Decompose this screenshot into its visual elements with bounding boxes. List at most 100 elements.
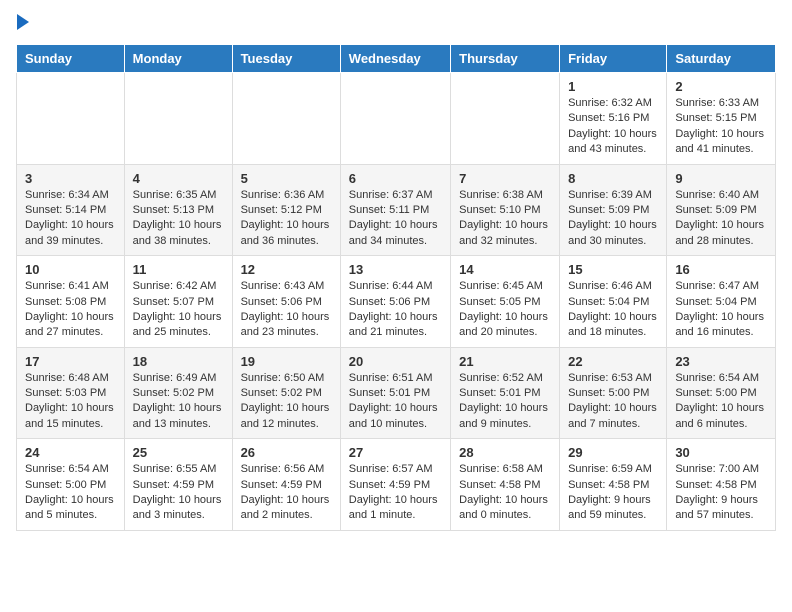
calendar-cell: 10 Sunrise: 6:41 AMSunset: 5:08 PMDayligh…: [17, 256, 125, 348]
calendar-cell: 12 Sunrise: 6:43 AMSunset: 5:06 PMDayligh…: [232, 256, 340, 348]
calendar-week-row: 17 Sunrise: 6:48 AMSunset: 5:03 PMDayligh…: [17, 347, 776, 439]
day-info: Sunrise: 6:43 AMSunset: 5:06 PMDaylight:…: [241, 279, 332, 341]
calendar-week-row: 24 Sunrise: 6:54 AMSunset: 5:00 PMDayligh…: [17, 439, 776, 531]
calendar-week-row: 10 Sunrise: 6:41 AMSunset: 5:08 PMDayligh…: [17, 256, 776, 348]
calendar-week-row: 3 Sunrise: 6:34 AMSunset: 5:14 PMDaylight…: [17, 164, 776, 256]
calendar-cell: 11 Sunrise: 6:42 AMSunset: 5:07 PMDayligh…: [124, 256, 232, 348]
day-info: Sunrise: 6:49 AMSunset: 5:02 PMDaylight:…: [133, 371, 224, 433]
day-info: Sunrise: 6:54 AMSunset: 5:00 PMDaylight:…: [675, 371, 767, 433]
day-info: Sunrise: 6:48 AMSunset: 5:03 PMDaylight:…: [25, 371, 116, 433]
calendar-week-row: 1Sunrise: 6:32 AMSunset: 5:16 PMDaylight…: [17, 73, 776, 165]
day-number: 17: [25, 354, 116, 369]
day-info: Sunrise: 6:56 AMSunset: 4:59 PMDaylight:…: [241, 462, 332, 524]
day-info: Sunrise: 6:35 AMSunset: 5:13 PMDaylight:…: [133, 188, 224, 250]
day-info: Sunrise: 6:57 AMSunset: 4:59 PMDaylight:…: [349, 462, 442, 524]
calendar-cell: 5 Sunrise: 6:36 AMSunset: 5:12 PMDaylight…: [232, 164, 340, 256]
day-number: 19: [241, 354, 332, 369]
day-number: 27: [349, 445, 442, 460]
calendar-column-header: Friday: [560, 45, 667, 73]
day-info: Sunrise: 6:53 AMSunset: 5:00 PMDaylight:…: [568, 371, 658, 433]
day-info: Sunrise: 6:40 AMSunset: 5:09 PMDaylight:…: [675, 188, 767, 250]
day-number: 8: [568, 171, 658, 186]
day-info: Sunrise: 6:36 AMSunset: 5:12 PMDaylight:…: [241, 188, 332, 250]
day-number: 29: [568, 445, 658, 460]
day-info: Sunrise: 6:41 AMSunset: 5:08 PMDaylight:…: [25, 279, 116, 341]
day-number: 12: [241, 262, 332, 277]
day-number: 16: [675, 262, 767, 277]
day-info: Sunrise: 6:51 AMSunset: 5:01 PMDaylight:…: [349, 371, 442, 433]
day-number: 15: [568, 262, 658, 277]
day-info: Sunrise: 6:46 AMSunset: 5:04 PMDaylight:…: [568, 279, 658, 341]
calendar-cell: 19 Sunrise: 6:50 AMSunset: 5:02 PMDayligh…: [232, 347, 340, 439]
day-number: 14: [459, 262, 551, 277]
calendar-cell: 23 Sunrise: 6:54 AMSunset: 5:00 PMDayligh…: [667, 347, 776, 439]
calendar-cell: 16 Sunrise: 6:47 AMSunset: 5:04 PMDayligh…: [667, 256, 776, 348]
calendar-column-header: Thursday: [451, 45, 560, 73]
calendar-table: SundayMondayTuesdayWednesdayThursdayFrid…: [16, 44, 776, 531]
day-number: 6: [349, 171, 442, 186]
day-number: 22: [568, 354, 658, 369]
day-info: Sunrise: 6:59 AMSunset: 4:58 PMDaylight:…: [568, 462, 658, 524]
calendar-column-header: Saturday: [667, 45, 776, 73]
calendar-cell: 29 Sunrise: 6:59 AMSunset: 4:58 PMDayligh…: [560, 439, 667, 531]
calendar-column-header: Wednesday: [340, 45, 450, 73]
calendar-cell: [17, 73, 125, 165]
day-info: Sunrise: 6:45 AMSunset: 5:05 PMDaylight:…: [459, 279, 551, 341]
day-number: 13: [349, 262, 442, 277]
calendar-cell: 1Sunrise: 6:32 AMSunset: 5:16 PMDaylight…: [560, 73, 667, 165]
calendar-cell: 6Sunrise: 6:37 AMSunset: 5:11 PMDaylight…: [340, 164, 450, 256]
day-number: 4: [133, 171, 224, 186]
day-number: 28: [459, 445, 551, 460]
calendar-cell: 13 Sunrise: 6:44 AMSunset: 5:06 PMDayligh…: [340, 256, 450, 348]
calendar-cell: 30 Sunrise: 7:00 AMSunset: 4:58 PMDayligh…: [667, 439, 776, 531]
calendar-cell: 15 Sunrise: 6:46 AMSunset: 5:04 PMDayligh…: [560, 256, 667, 348]
day-info: Sunrise: 6:34 AMSunset: 5:14 PMDaylight:…: [25, 188, 116, 250]
calendar-cell: [124, 73, 232, 165]
calendar-column-header: Tuesday: [232, 45, 340, 73]
day-number: 5: [241, 171, 332, 186]
calendar-cell: 14 Sunrise: 6:45 AMSunset: 5:05 PMDayligh…: [451, 256, 560, 348]
day-info: Sunrise: 6:39 AMSunset: 5:09 PMDaylight:…: [568, 188, 658, 250]
day-number: 24: [25, 445, 116, 460]
calendar-cell: 8 Sunrise: 6:39 AMSunset: 5:09 PMDaylight…: [560, 164, 667, 256]
calendar-cell: 3 Sunrise: 6:34 AMSunset: 5:14 PMDaylight…: [17, 164, 125, 256]
calendar-cell: 9Sunrise: 6:40 AMSunset: 5:09 PMDaylight…: [667, 164, 776, 256]
day-info: Sunrise: 6:47 AMSunset: 5:04 PMDaylight:…: [675, 279, 767, 341]
day-info: Sunrise: 6:50 AMSunset: 5:02 PMDaylight:…: [241, 371, 332, 433]
day-info: Sunrise: 6:54 AMSunset: 5:00 PMDaylight:…: [25, 462, 116, 524]
calendar-cell: 22 Sunrise: 6:53 AMSunset: 5:00 PMDayligh…: [560, 347, 667, 439]
calendar-cell: 20 Sunrise: 6:51 AMSunset: 5:01 PMDayligh…: [340, 347, 450, 439]
calendar-cell: 18Sunrise: 6:49 AMSunset: 5:02 PMDayligh…: [124, 347, 232, 439]
day-info: Sunrise: 6:44 AMSunset: 5:06 PMDaylight:…: [349, 279, 442, 341]
day-number: 2: [675, 79, 767, 94]
calendar-cell: 24 Sunrise: 6:54 AMSunset: 5:00 PMDayligh…: [17, 439, 125, 531]
day-number: 26: [241, 445, 332, 460]
day-number: 11: [133, 262, 224, 277]
day-info: Sunrise: 6:52 AMSunset: 5:01 PMDaylight:…: [459, 371, 551, 433]
day-info: Sunrise: 6:42 AMSunset: 5:07 PMDaylight:…: [133, 279, 224, 341]
day-number: 3: [25, 171, 116, 186]
calendar-column-header: Sunday: [17, 45, 125, 73]
day-number: 10: [25, 262, 116, 277]
day-number: 25: [133, 445, 224, 460]
calendar-cell: [451, 73, 560, 165]
day-number: 23: [675, 354, 767, 369]
calendar-column-header: Monday: [124, 45, 232, 73]
day-info: Sunrise: 7:00 AMSunset: 4:58 PMDaylight:…: [675, 462, 767, 524]
calendar-header-row: SundayMondayTuesdayWednesdayThursdayFrid…: [17, 45, 776, 73]
day-number: 30: [675, 445, 767, 460]
day-number: 20: [349, 354, 442, 369]
calendar-cell: 7Sunrise: 6:38 AMSunset: 5:10 PMDaylight…: [451, 164, 560, 256]
day-number: 21: [459, 354, 551, 369]
calendar-cell: 4 Sunrise: 6:35 AMSunset: 5:13 PMDaylight…: [124, 164, 232, 256]
logo-arrow-icon: [17, 14, 29, 30]
day-info: Sunrise: 6:33 AMSunset: 5:15 PMDaylight:…: [675, 96, 767, 158]
calendar-cell: 27 Sunrise: 6:57 AMSunset: 4:59 PMDayligh…: [340, 439, 450, 531]
calendar-cell: 28 Sunrise: 6:58 AMSunset: 4:58 PMDayligh…: [451, 439, 560, 531]
calendar-cell: 25 Sunrise: 6:55 AMSunset: 4:59 PMDayligh…: [124, 439, 232, 531]
calendar-cell: 21 Sunrise: 6:52 AMSunset: 5:01 PMDayligh…: [451, 347, 560, 439]
logo: [16, 16, 29, 32]
day-info: Sunrise: 6:58 AMSunset: 4:58 PMDaylight:…: [459, 462, 551, 524]
day-number: 7: [459, 171, 551, 186]
day-info: Sunrise: 6:55 AMSunset: 4:59 PMDaylight:…: [133, 462, 224, 524]
